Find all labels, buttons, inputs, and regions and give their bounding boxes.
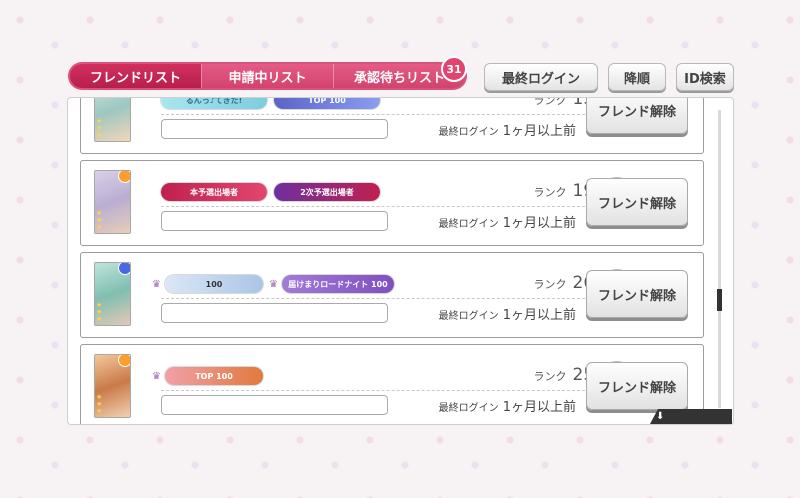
avatar[interactable]: ★ ★ ★ (94, 170, 131, 234)
comment-field (161, 303, 388, 323)
happy-icon (118, 355, 130, 367)
remove-friend-button[interactable]: フレンド解除 (586, 362, 688, 410)
rarity-stars: ★ ★ ★ (96, 209, 103, 231)
scroll-down-icon[interactable]: ⬇ (650, 409, 732, 424)
friend-row: ★★★ 本予選出場者 2次予選出場者 ランク190 i 最終ログイン 1ヶ月以上… (80, 160, 704, 246)
sort-order-button[interactable]: 降順 (608, 63, 666, 91)
title-badge: 本予選出場者 (161, 183, 267, 201)
crown-icon: ♛ (152, 371, 161, 382)
friend-row: ★★★ るんっ♪てきた! TOP 100 ランク151 i 最終ログイン 1ヶ月… (80, 98, 704, 154)
rarity-stars: ★ ★ ★ (96, 393, 103, 415)
happy-icon (118, 171, 130, 183)
last-login: 最終ログイン 1ヶ月以上前 (438, 308, 576, 323)
avatar[interactable]: ★ ★ ★ (94, 354, 131, 418)
divider (161, 390, 585, 391)
friend-row: ★★★ ♛ 100 ♛ 届けまりロードナイト 100 ランク265 i 最終ログ… (80, 252, 704, 338)
remove-friend-button[interactable]: フレンド解除 (586, 270, 688, 318)
scrollbar-thumb[interactable] (717, 289, 722, 311)
avatar[interactable]: ★ ★ ★ (94, 98, 131, 142)
title-badge: 100 (165, 275, 263, 293)
scrollbar-track[interactable] (718, 110, 721, 408)
id-search-button[interactable]: ID検索 (676, 63, 734, 91)
avatar[interactable]: ★ ★ ★ (94, 262, 131, 326)
title-badge: TOP 100 (274, 98, 380, 109)
last-login: 最終ログイン 1ヶ月以上前 (438, 216, 576, 231)
comment-field (161, 119, 388, 139)
pending-count-badge: 31 (441, 56, 467, 82)
crown-icon: ♛ (152, 279, 161, 290)
crown-icon: ♛ (269, 279, 278, 290)
title-badge: るんっ♪てきた! (161, 98, 267, 109)
last-login-sort-button[interactable]: 最終ログイン (484, 63, 598, 91)
title-badge: 届けまりロードナイト 100 (282, 275, 394, 293)
title-badge: TOP 100 (165, 367, 263, 385)
remove-friend-button[interactable]: フレンド解除 (586, 178, 688, 226)
tab-applying-list[interactable]: 申請中リスト (201, 64, 333, 88)
last-login: 最終ログイン 1ヶ月以上前 (438, 400, 576, 415)
friend-row: ★★★ ♛ TOP 100 ランク256 i 最終ログイン 1ヶ月以上前 フレン… (80, 344, 704, 424)
rarity-stars: ★ ★ ★ (96, 117, 103, 139)
comment-field (161, 395, 388, 415)
cool-icon (118, 263, 130, 275)
divider (161, 298, 585, 299)
friend-list-panel: ★★★ るんっ♪てきた! TOP 100 ランク151 i 最終ログイン 1ヶ月… (67, 97, 734, 425)
divider (161, 114, 585, 115)
comment-field (161, 211, 388, 231)
friend-tabs: フレンドリスト 申請中リスト 承認待ちリスト (70, 64, 465, 88)
tab-friend-list[interactable]: フレンドリスト (70, 64, 201, 88)
divider (161, 206, 585, 207)
last-login: 最終ログイン 1ヶ月以上前 (438, 124, 576, 139)
remove-friend-button[interactable]: フレンド解除 (586, 98, 688, 134)
title-badge: 2次予選出場者 (274, 183, 380, 201)
rarity-stars: ★ ★ ★ (96, 301, 103, 323)
